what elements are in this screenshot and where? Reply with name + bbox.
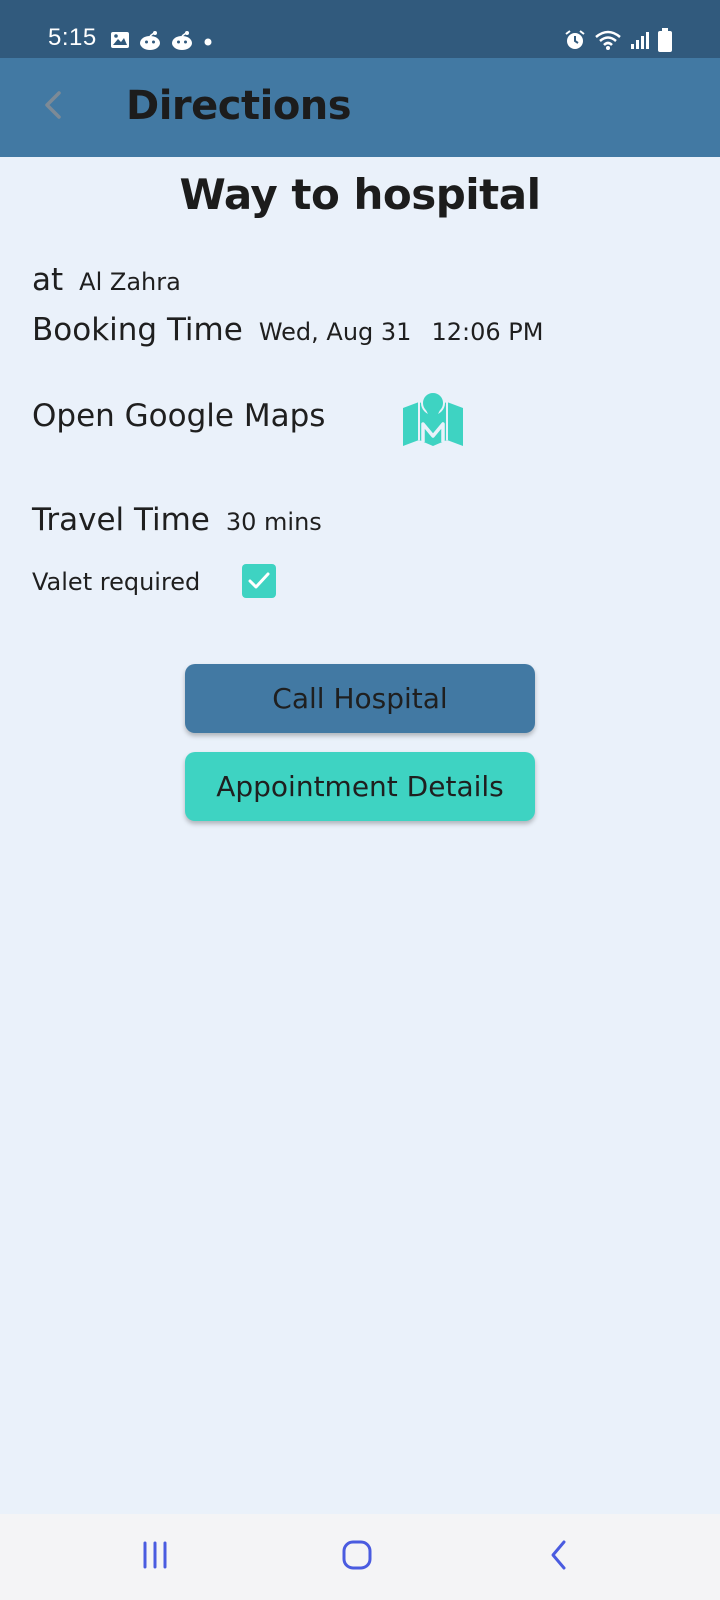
travel-time-label: Travel Time <box>32 502 210 538</box>
status-bar: 5:15 <box>0 0 720 58</box>
dot-icon <box>202 33 214 52</box>
recents-icon <box>140 1541 170 1573</box>
status-time: 5:15 <box>48 24 97 51</box>
booking-row: Booking Time Wed, Aug 31 12:06 PM <box>32 312 543 348</box>
wifi-icon <box>594 29 622 55</box>
home-icon <box>341 1539 373 1575</box>
maps-row: Open Google Maps <box>32 391 463 446</box>
travel-time-value: 30 mins <box>225 508 322 536</box>
back-button[interactable] <box>28 82 78 132</box>
image-icon <box>110 30 130 54</box>
app-bar: Directions <box>0 58 720 157</box>
valet-label: Valet required <box>32 568 201 596</box>
section-heading: Way to hospital <box>179 170 541 219</box>
at-label: at <box>32 262 64 298</box>
system-nav-bar <box>0 1514 720 1600</box>
call-hospital-button[interactable]: Call Hospital <box>185 664 535 733</box>
home-button[interactable] <box>307 1514 407 1600</box>
hospital-row: at Al Zahra <box>32 262 181 298</box>
battery-icon <box>658 28 672 56</box>
reddit-icon <box>138 30 162 54</box>
signal-icon <box>630 30 650 54</box>
alarm-icon <box>564 29 586 55</box>
status-system-icons <box>564 28 672 56</box>
back-icon <box>548 1539 570 1575</box>
status-notification-icons <box>110 30 214 54</box>
page-title: Directions <box>126 83 352 129</box>
valet-checkbox[interactable] <box>242 564 276 598</box>
appointment-details-button[interactable]: Appointment Details <box>185 752 535 821</box>
map-marker-icon[interactable] <box>401 390 465 454</box>
chevron-left-icon <box>41 90 65 124</box>
hospital-name: Al Zahra <box>79 268 181 296</box>
booking-time-label: Booking Time <box>32 312 243 348</box>
booking-date: Wed, Aug 31 <box>258 318 412 346</box>
reddit-icon <box>170 30 194 54</box>
travel-row: Travel Time 30 mins <box>32 502 322 538</box>
recents-button[interactable] <box>105 1514 205 1600</box>
check-icon <box>248 572 270 589</box>
open-maps-label: Open Google Maps <box>32 398 326 434</box>
booking-time: 12:06 PM <box>431 318 544 346</box>
valet-row: Valet required <box>32 564 276 598</box>
nav-back-button[interactable] <box>509 1514 609 1600</box>
